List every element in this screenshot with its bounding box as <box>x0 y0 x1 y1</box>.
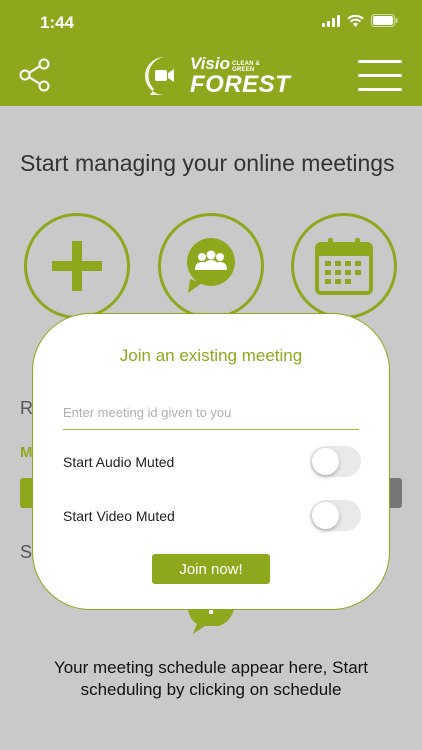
meeting-id-input[interactable] <box>63 396 359 430</box>
audio-muted-row: Start Audio Muted <box>63 445 361 479</box>
menu-line-icon <box>358 74 402 77</box>
join-meeting-button[interactable] <box>158 213 264 319</box>
schedule-meeting-button[interactable] <box>291 213 397 319</box>
meeting-bar-right <box>388 478 402 508</box>
meeting-section-label: M <box>20 444 33 461</box>
schedule-empty-message: Your meeting schedule appear here, Start… <box>53 658 369 699</box>
signal-icon <box>322 14 340 27</box>
dialog-title: Join an existing meeting <box>119 346 303 365</box>
toggle-knob <box>312 448 339 475</box>
share-button[interactable] <box>18 58 52 92</box>
join-meeting-dialog: Join an existing meeting Start Audio Mut… <box>32 313 390 610</box>
app-header: 1:44 Visio CLEAN & GREEN FOREST <box>0 0 422 106</box>
battery-icon <box>371 14 398 27</box>
join-now-button[interactable]: Join now! <box>152 554 270 584</box>
plus-icon <box>52 241 102 291</box>
audio-muted-toggle[interactable] <box>310 446 361 477</box>
menu-line-icon <box>358 88 402 91</box>
app-logo: Visio CLEAN & GREEN FOREST <box>142 54 290 98</box>
calendar-icon <box>315 238 373 295</box>
create-meeting-button[interactable] <box>24 213 130 319</box>
logo-text-forest: FOREST <box>190 71 291 98</box>
hamburger-menu-button[interactable] <box>358 60 402 92</box>
video-muted-row: Start Video Muted <box>63 499 361 533</box>
audio-muted-label: Start Audio Muted <box>63 454 175 470</box>
status-bar: 1:44 <box>0 0 422 44</box>
schedule-section-label: S <box>20 542 33 562</box>
status-icons <box>322 14 398 27</box>
video-muted-label: Start Video Muted <box>63 508 175 524</box>
group-chat-icon <box>187 238 235 293</box>
status-time: 1:44 <box>40 13 75 32</box>
wifi-icon <box>347 14 364 27</box>
logo-mark-icon <box>145 57 178 95</box>
video-muted-toggle[interactable] <box>310 500 361 531</box>
menu-line-icon <box>358 60 402 63</box>
share-icon <box>19 58 50 92</box>
page-headline: Start managing your online meetings <box>20 150 395 176</box>
toggle-knob <box>312 502 339 529</box>
